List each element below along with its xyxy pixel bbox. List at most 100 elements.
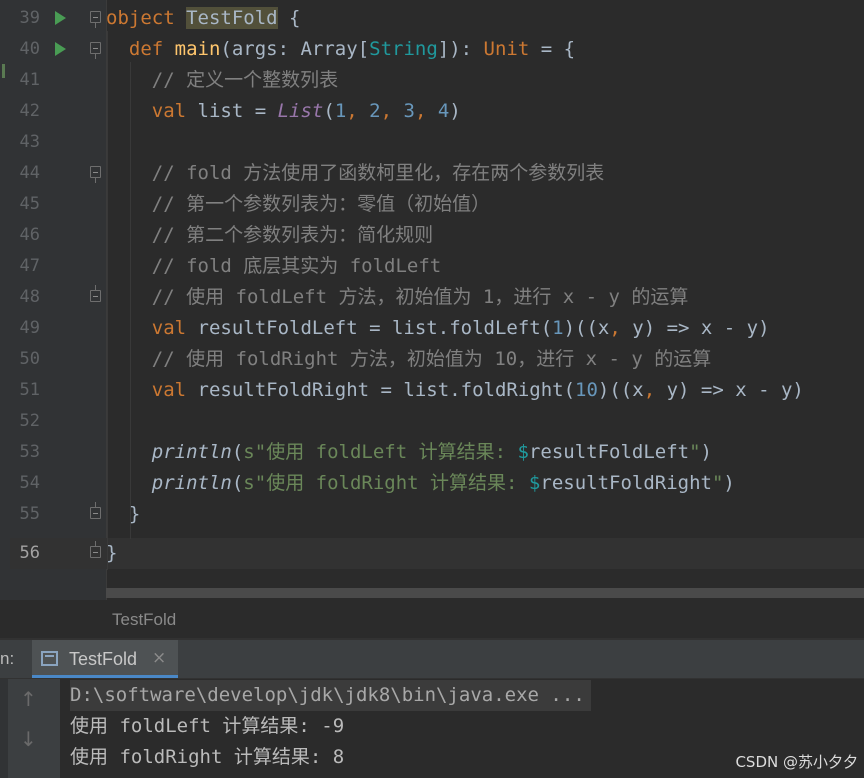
run-console[interactable]: ↑ ↓ D:\software\develop\jdk\jdk8\bin\jav… xyxy=(0,679,864,778)
line-number: 43 xyxy=(19,132,40,152)
type-name: String xyxy=(369,38,438,60)
fold-icon[interactable] xyxy=(90,11,101,28)
watermark: CSDN @苏小夕夕 xyxy=(735,753,858,771)
keyword: def xyxy=(128,38,175,60)
comment: // 使用 foldLeft 方法，初始值为 1，进行 x - y 的运算 xyxy=(151,286,689,308)
string-literal: 使用 foldRight 计算结果: xyxy=(266,472,529,494)
string-literal: 使用 foldLeft 计算结果: xyxy=(266,441,518,463)
code-line-40: 40 def main(args: Array[String]): Unit =… xyxy=(0,34,864,65)
console-toolbar: ↑ ↓ xyxy=(0,679,60,778)
tab-label: TestFold xyxy=(69,649,138,669)
line-number: 50 xyxy=(19,349,40,369)
code-text: resultFoldRight = list.foldRight( xyxy=(197,379,576,401)
code-editor[interactable]: 39 object TestFold { 40 def main(args: A… xyxy=(0,0,864,600)
code-text: ) xyxy=(723,472,735,494)
code-text: ]): xyxy=(437,38,484,60)
code-text: resultFoldLeft = list.foldLeft( xyxy=(197,317,553,339)
fold-icon[interactable] xyxy=(90,285,101,302)
println-call: println xyxy=(151,441,232,463)
code-text: y) => x - y) xyxy=(655,379,804,401)
comma: , xyxy=(346,100,370,122)
fold-icon[interactable] xyxy=(90,502,101,519)
code-line-45: 45 // 第一个参数列表为：零值（初始值） xyxy=(0,189,864,220)
arrow-up-icon[interactable]: ↑ xyxy=(20,687,37,711)
fold-icon[interactable] xyxy=(90,166,101,183)
arrow-down-icon[interactable]: ↓ xyxy=(20,727,37,751)
run-tab-testfold[interactable]: TestFold × xyxy=(32,640,178,678)
code-line-41: 41 // 定义一个整数列表 xyxy=(0,65,864,96)
line-number: 41 xyxy=(19,70,40,90)
keyword: val xyxy=(151,100,198,122)
comma: , xyxy=(609,317,621,339)
comma: , xyxy=(643,379,656,401)
code-text: )((x xyxy=(597,379,644,401)
number: 1 xyxy=(334,100,347,122)
comment: // fold 方法使用了函数柯里化，存在两个参数列表 xyxy=(151,162,605,184)
function-name: main xyxy=(174,38,221,60)
code-text: ) xyxy=(449,100,461,122)
number: 10 xyxy=(575,379,598,401)
run-main-icon[interactable] xyxy=(55,42,66,56)
interpolated-variable: resultFoldLeft xyxy=(528,441,690,463)
line-number: 44 xyxy=(19,163,40,183)
code-line-44: 44 // fold 方法使用了函数柯里化，存在两个参数列表 xyxy=(0,158,864,189)
keyword: Unit xyxy=(483,38,530,60)
keyword: val xyxy=(151,379,198,401)
keyword: object xyxy=(106,7,175,29)
line-number: 48 xyxy=(19,287,40,307)
keyword: val xyxy=(151,317,198,339)
code-line-46: 46 // 第二个参数列表为：简化规则 xyxy=(0,220,864,251)
code-line-56: 56 } xyxy=(0,538,864,569)
quote: " xyxy=(254,441,267,463)
horizontal-scrollbar[interactable] xyxy=(106,588,864,598)
interpolation-sign: $ xyxy=(528,472,541,494)
code-line-43: 43 xyxy=(0,127,864,158)
comment: // 定义一个整数列表 xyxy=(151,69,339,91)
close-icon[interactable]: × xyxy=(152,648,166,668)
breadcrumb[interactable]: TestFold xyxy=(0,604,864,636)
line-number: 47 xyxy=(19,256,40,276)
fold-icon[interactable] xyxy=(90,541,101,558)
string-prefix: s xyxy=(243,472,255,494)
string-prefix: s xyxy=(243,441,255,463)
run-tool-window-header: n: TestFold × xyxy=(0,640,864,679)
code-line-53: 53 println(s"使用 foldLeft 计算结果: $resultFo… xyxy=(0,437,864,468)
run-object-icon[interactable] xyxy=(55,11,66,25)
comma: , xyxy=(380,100,404,122)
console-command-line[interactable]: D:\software\develop\jdk\jdk8\bin\java.ex… xyxy=(70,680,591,711)
line-number: 46 xyxy=(19,225,40,245)
interpolation-sign: $ xyxy=(517,441,529,463)
comment: // 使用 foldRight 方法，初始值为 10，进行 x - y 的运算 xyxy=(151,348,712,370)
line-number: 40 xyxy=(19,39,40,59)
line-number: 42 xyxy=(19,101,40,121)
quote: " xyxy=(689,441,701,463)
code-text: } xyxy=(106,542,118,564)
list-class: List xyxy=(277,100,324,122)
code-line-51: 51 val resultFoldRight = list.foldRight(… xyxy=(0,375,864,406)
number: 4 xyxy=(437,100,450,122)
line-number: 53 xyxy=(19,442,40,462)
breadcrumb-item[interactable]: TestFold xyxy=(112,610,176,630)
comma: , xyxy=(414,100,438,122)
println-call: println xyxy=(151,472,232,494)
line-number: 49 xyxy=(19,318,40,338)
line-number: 45 xyxy=(19,194,40,214)
line-number: 56 xyxy=(19,543,40,563)
code-line-47: 47 // fold 底层其实为 foldLeft xyxy=(0,251,864,282)
code-text: { xyxy=(277,7,301,29)
quote: " xyxy=(711,472,724,494)
console-icon xyxy=(41,651,58,666)
console-gutter xyxy=(0,679,8,778)
fold-icon[interactable] xyxy=(90,42,101,59)
code-text: (args: Array[ xyxy=(220,38,370,60)
comment: // fold 底层其实为 foldLeft xyxy=(151,255,442,277)
code-line-48: 48 // 使用 foldLeft 方法，初始值为 1，进行 x - y 的运算 xyxy=(0,282,864,313)
number: 1 xyxy=(552,317,564,339)
number: 3 xyxy=(403,100,415,122)
code-line-39: 39 object TestFold { xyxy=(0,3,864,34)
line-number: 54 xyxy=(19,473,40,493)
code-line-42: 42 val list = List(1, 2, 3, 4) xyxy=(0,96,864,127)
code-line-55: 55 } xyxy=(0,499,864,530)
comment: // 第二个参数列表为：简化规则 xyxy=(151,224,434,246)
line-number: 55 xyxy=(19,504,40,524)
